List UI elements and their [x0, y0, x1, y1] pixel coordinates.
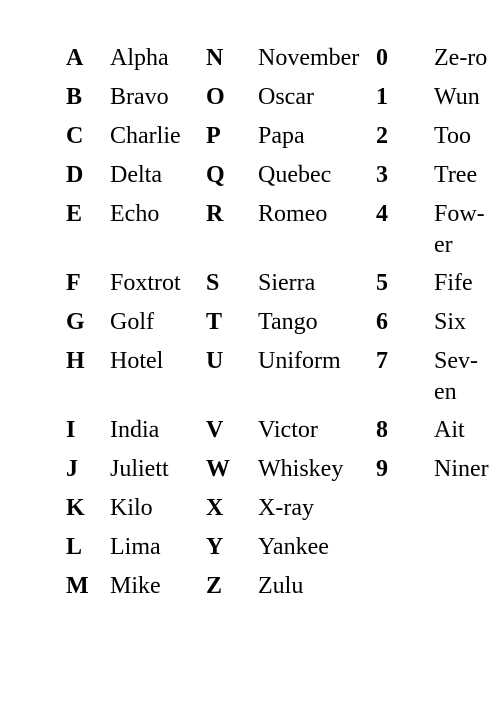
code-word: Echo [110, 201, 160, 227]
code-word: Charlie [110, 123, 181, 149]
code-word: Kilo [110, 495, 153, 521]
code-word: Oscar [258, 84, 314, 110]
code-word: X-ray [258, 495, 314, 521]
code-word: India [110, 417, 160, 443]
digit-word: Wun [434, 84, 480, 110]
digit: 3 [376, 162, 388, 188]
letter: X [206, 495, 224, 521]
letter: Q [206, 162, 225, 188]
table-row: M Mike Z Zulu [0, 571, 500, 631]
code-word: Foxtrot [110, 270, 181, 296]
table-row: E Echo R Romeo 4 Fow- er [0, 199, 500, 259]
code-word: Golf [110, 309, 154, 335]
letter: M [66, 573, 89, 599]
digit-word: Tree [434, 162, 478, 188]
code-word: Papa [258, 123, 305, 149]
letter: B [66, 84, 83, 110]
digit: 4 [376, 201, 388, 227]
code-word: Victor [258, 417, 318, 443]
digit: 7 [376, 348, 388, 374]
letter: R [206, 201, 224, 227]
digit: 2 [376, 123, 388, 149]
digit: 6 [376, 309, 388, 335]
digit-word: Ze-ro [434, 45, 488, 71]
letter: E [66, 201, 83, 227]
letter: P [206, 123, 221, 149]
code-word: Quebec [258, 162, 332, 188]
letter: S [206, 270, 220, 296]
letter: J [66, 456, 78, 482]
letter: H [66, 348, 85, 374]
letter: W [206, 456, 230, 482]
digit-word: Sev- en [434, 348, 478, 405]
table-row: H Hotel U Uniform 7 Sev- en [0, 346, 500, 406]
letter: N [206, 45, 224, 71]
letter: C [66, 123, 84, 149]
letter: V [206, 417, 224, 443]
letter: K [66, 495, 85, 521]
code-word: Juliett [110, 456, 169, 482]
letter: O [206, 84, 225, 110]
digit-word: Ait [434, 417, 465, 443]
letter: U [206, 348, 224, 374]
code-word: Uniform [258, 348, 341, 374]
letter: F [66, 270, 81, 296]
code-word: Bravo [110, 84, 169, 110]
code-word: Tango [258, 309, 318, 335]
digit-word: Six [434, 309, 467, 335]
letter: I [66, 417, 76, 443]
digit-word: Fow- er [434, 201, 485, 258]
letter: Z [206, 573, 223, 599]
digit: 8 [376, 417, 388, 443]
letter: G [66, 309, 85, 335]
digit: 1 [376, 84, 388, 110]
code-word: Zulu [258, 573, 304, 599]
code-word: Mike [110, 573, 161, 599]
code-word: Sierra [258, 270, 316, 296]
letter: A [66, 45, 84, 71]
code-word: Romeo [258, 201, 328, 227]
letter: L [66, 534, 83, 560]
code-word: Yankee [258, 534, 329, 560]
code-word: November [258, 45, 360, 71]
code-word: Whiskey [258, 456, 344, 482]
digit-word: Too [434, 123, 471, 149]
letter: Y [206, 534, 224, 560]
digit-word: Fife [434, 270, 473, 296]
digit: 5 [376, 270, 388, 296]
code-word: Delta [110, 162, 162, 188]
digit: 9 [376, 456, 388, 482]
letter: D [66, 162, 84, 188]
code-word: Alpha [110, 45, 169, 71]
letter: T [206, 309, 223, 335]
code-word: Hotel [110, 348, 164, 374]
code-word: Lima [110, 534, 161, 560]
digit: 0 [376, 45, 388, 71]
digit-word: Niner [434, 456, 489, 482]
